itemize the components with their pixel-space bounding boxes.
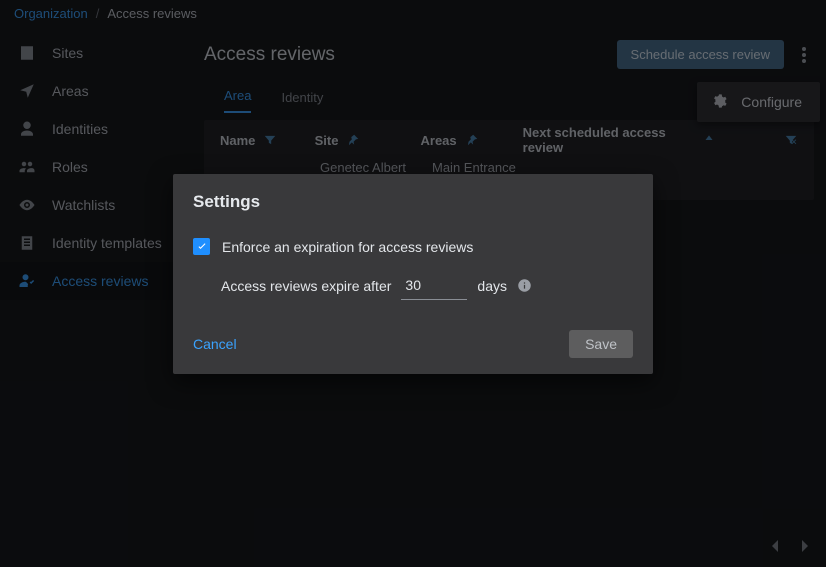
expire-days-input[interactable] xyxy=(401,271,467,300)
expire-prefix-label: Access reviews expire after xyxy=(221,278,391,294)
enforce-expiration-label: Enforce an expiration for access reviews xyxy=(222,239,473,255)
save-button[interactable]: Save xyxy=(569,330,633,358)
cancel-button[interactable]: Cancel xyxy=(193,336,237,352)
dialog-title: Settings xyxy=(193,192,633,212)
enforce-expiration-checkbox[interactable] xyxy=(193,238,210,255)
info-icon[interactable] xyxy=(517,278,532,293)
expire-suffix-label: days xyxy=(477,278,507,294)
settings-dialog: Settings Enforce an expiration for acces… xyxy=(173,174,653,374)
